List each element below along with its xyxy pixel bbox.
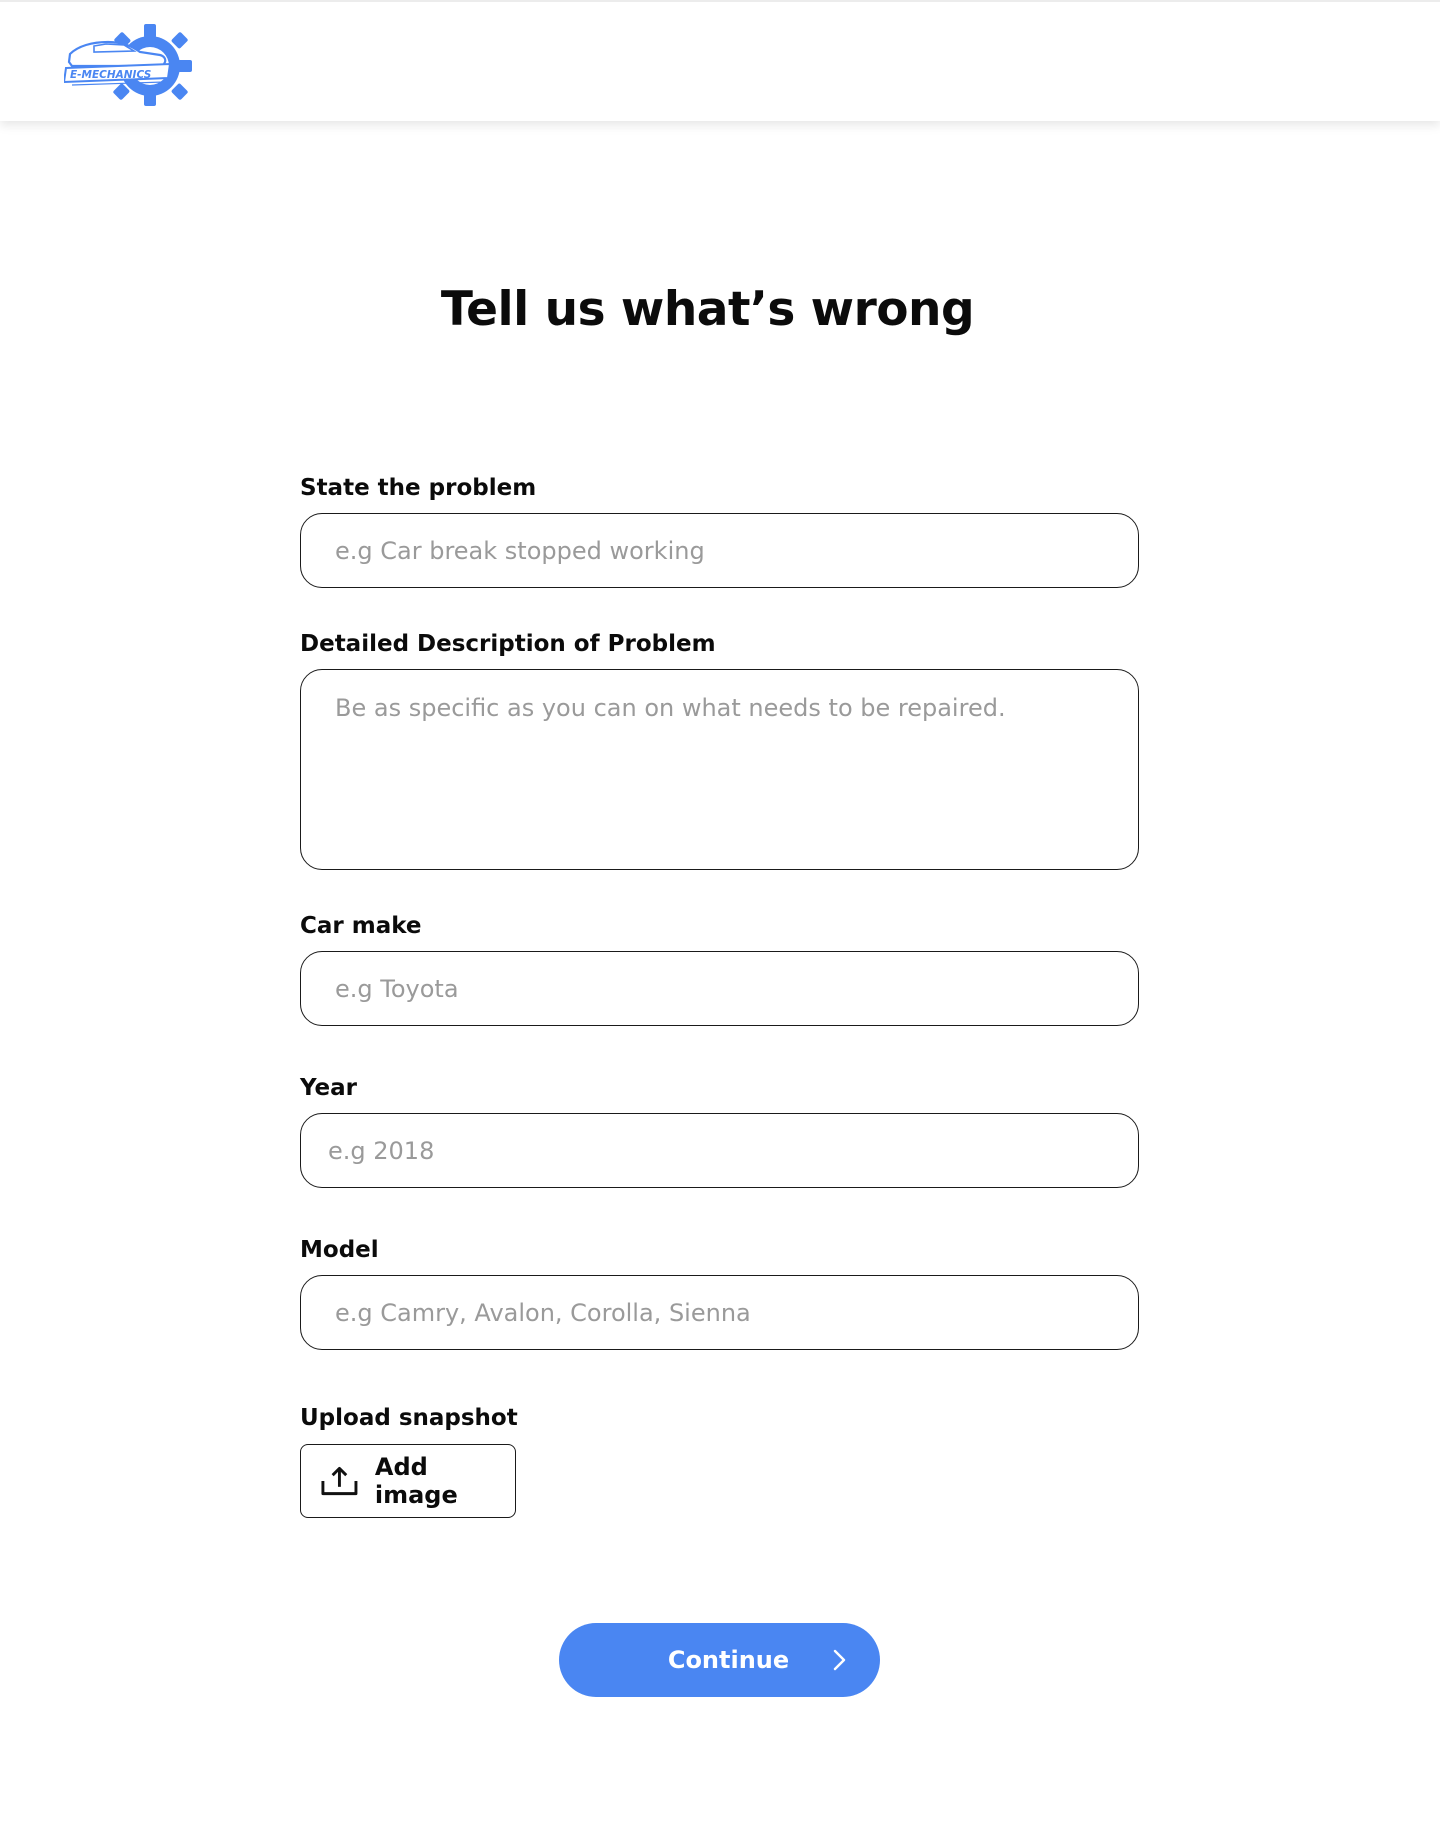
model-placeholder: e.g Camry, Avalon, Corolla, Sienna <box>335 1298 751 1327</box>
e-mechanics-logo[interactable]: E-MECHANICS <box>64 22 196 106</box>
description-textarea[interactable]: Be as specific as you can on what needs … <box>300 669 1139 870</box>
add-image-label: Add image <box>374 1453 458 1509</box>
car-make-input[interactable]: e.g Toyota <box>300 951 1139 1026</box>
page-title: Tell us what’s wrong <box>440 282 975 337</box>
continue-button[interactable]: Continue <box>559 1623 880 1697</box>
upload-icon <box>321 1466 358 1496</box>
model-label: Model <box>300 1237 379 1263</box>
upload-snapshot-label: Upload snapshot <box>300 1405 518 1431</box>
svg-text:E-MECHANICS: E-MECHANICS <box>70 69 151 81</box>
description-label: Detailed Description of Problem <box>300 631 716 657</box>
description-placeholder: Be as specific as you can on what needs … <box>335 694 1006 722</box>
year-placeholder: e.g 2018 <box>328 1136 435 1165</box>
year-input[interactable]: e.g 2018 <box>300 1113 1139 1188</box>
year-label: Year <box>300 1075 358 1101</box>
problem-input[interactable]: e.g Car break stopped working <box>300 513 1139 588</box>
car-make-label: Car make <box>300 913 422 939</box>
problem-label: State the problem <box>300 475 537 501</box>
continue-label: Continue <box>667 1646 790 1674</box>
problem-placeholder: e.g Car break stopped working <box>335 536 705 565</box>
model-input[interactable]: e.g Camry, Avalon, Corolla, Sienna <box>300 1275 1139 1350</box>
add-image-button[interactable]: Add image <box>300 1444 516 1518</box>
top-navigation-bar: E-MECHANICS <box>0 0 1440 121</box>
gear-car-logo-icon: E-MECHANICS <box>64 24 192 106</box>
chevron-right-icon <box>833 1649 846 1671</box>
car-make-placeholder: e.g Toyota <box>335 974 459 1003</box>
